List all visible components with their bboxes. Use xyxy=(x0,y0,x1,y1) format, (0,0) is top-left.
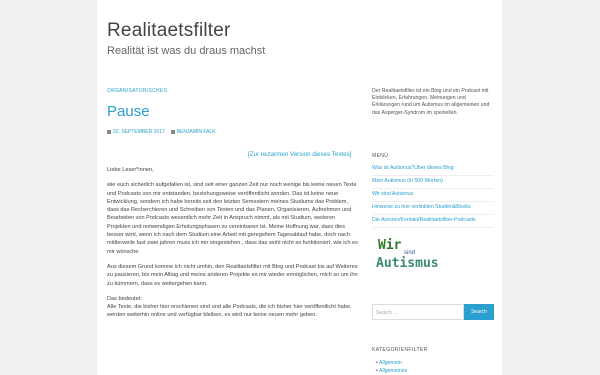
menu-item[interactable]: Mein Autismus (in 500 Worten) xyxy=(372,178,494,189)
search-input[interactable]: Search … xyxy=(372,304,464,320)
category-filter-heading: KATEGORIENFILTER xyxy=(372,347,428,353)
paragraph: Das bedeutet: Alle Texte, die bisher hie… xyxy=(107,295,352,319)
calendar-icon xyxy=(107,130,111,134)
post-content: Liebe Leser*innen, wie euch sicherlich a… xyxy=(107,166,359,327)
site-tagline: Realität ist was du draus machst xyxy=(107,45,266,57)
paragraph: Aus diesem Grund komme ich nicht umhin, … xyxy=(107,263,358,287)
search-button[interactable]: Search xyxy=(464,304,494,320)
post-category-link[interactable]: ORGANISATORISCHES xyxy=(107,88,167,94)
sidebar-menu: Was ist Autismus?Über dieses Blog Mein A… xyxy=(372,165,494,230)
wir-sind-autismus-logo[interactable]: Wir sind Autismus xyxy=(376,238,444,280)
site-title[interactable]: Realitaetsfilter xyxy=(107,20,231,42)
paragraph: wie euch sicherlich aufgefallen ist, sin… xyxy=(107,182,358,255)
logo-text-bottom: Autismus xyxy=(376,256,439,271)
post-title[interactable]: Pause xyxy=(107,103,150,120)
category-filter-list: Allgemein Allgemeines xyxy=(376,359,407,375)
menu-item[interactable]: Hinweise zu hier verlinkten Studien&Book… xyxy=(372,204,494,215)
menu-item[interactable]: Wir sind Autismus xyxy=(372,191,494,202)
post-meta: 22. SEPTEMBER 2017 BENJAMIN FALK xyxy=(107,129,216,135)
category-item[interactable]: Allgemeines xyxy=(376,367,407,375)
search-form: Search … Search xyxy=(372,304,494,320)
category-item[interactable]: Allgemein xyxy=(376,359,407,367)
menu-heading: MENÜ xyxy=(372,153,389,159)
post-date[interactable]: 22. SEPTEMBER 2017 xyxy=(107,129,165,135)
post-author[interactable]: BENJAMIN FALK xyxy=(170,129,216,135)
paragraph: Liebe Leser*innen, xyxy=(107,167,154,173)
sidebar-about: Der Realitaetsfilter ist ein Blog und ei… xyxy=(372,88,490,116)
menu-item[interactable]: Die Autoren/Kontakt/Realitaetsfilter-Pod… xyxy=(372,217,494,228)
logo-text-top: Wir xyxy=(378,238,402,253)
reader-version-link[interactable]: [Zur reizarmen Version dieses Textes] xyxy=(248,151,351,158)
user-icon xyxy=(170,130,175,134)
menu-item[interactable]: Was ist Autismus?Über dieses Blog xyxy=(372,165,494,176)
